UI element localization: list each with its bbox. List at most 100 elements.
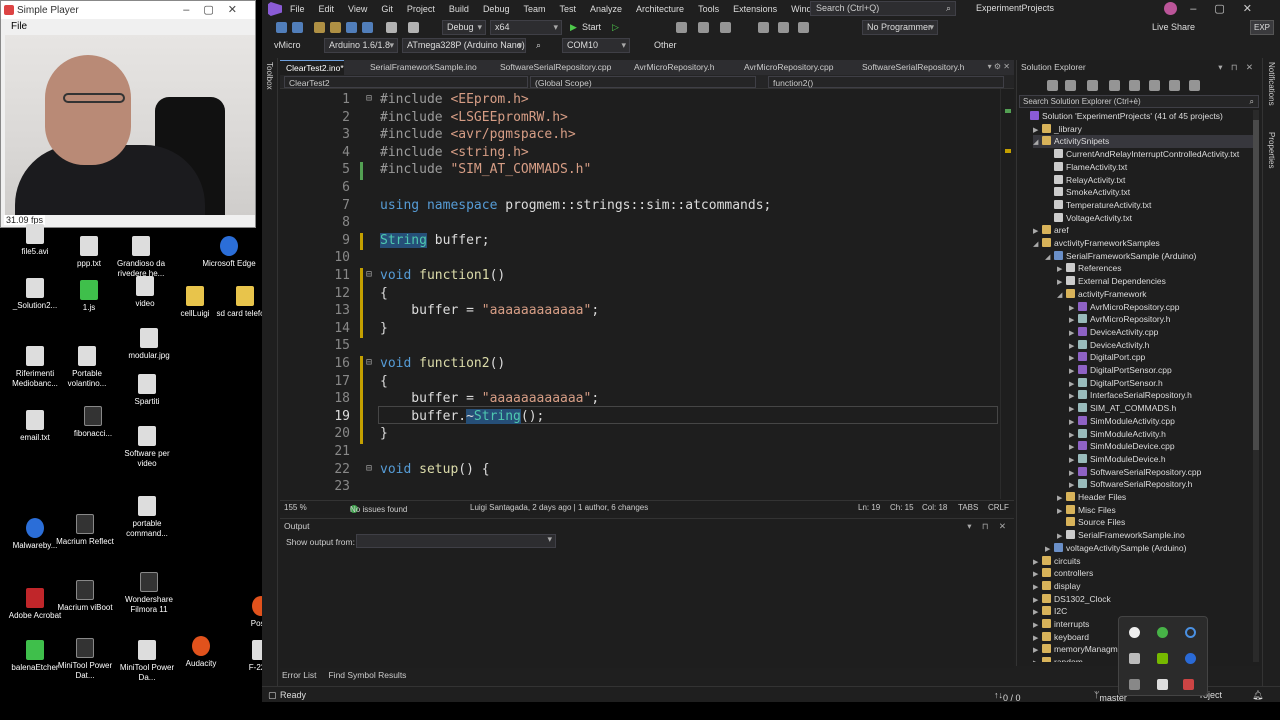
tray-app-icon-ring[interactable] — [1185, 627, 1196, 638]
onedrive-icon[interactable] — [1129, 627, 1140, 638]
code-line[interactable]: { — [380, 286, 388, 301]
toolbox-label[interactable]: Toolbox — [265, 62, 274, 90]
output-panel-controls[interactable]: ▾ ⊓ ✕ — [967, 519, 1010, 533]
solution-tree-item[interactable]: ▶ Misc Files — [1057, 504, 1253, 517]
solution-tree-item[interactable]: ▶ SimModuleActivity.cpp — [1069, 415, 1253, 428]
properties-icon[interactable] — [1169, 80, 1180, 91]
refresh-icon[interactable] — [1109, 80, 1120, 91]
editor-tab[interactable]: AvrMicroRepository.h — [628, 60, 714, 75]
git-branch[interactable]: ᛘ master — [1094, 690, 1127, 703]
solution-tree-item[interactable]: VoltageActivity.txt — [1045, 212, 1253, 225]
solution-tree-item[interactable]: ▶ External Dependencies — [1057, 275, 1253, 288]
toolbar-tool-icon[interactable] — [676, 22, 687, 33]
player-window-controls[interactable]: –▢✕ — [183, 3, 251, 16]
nvidia-icon[interactable] — [1157, 653, 1168, 664]
solution-tree-item[interactable]: ◢ SerialFrameworkSample (Arduino) — [1045, 250, 1253, 263]
configuration-dropdown[interactable]: Debug — [442, 20, 486, 35]
code-line[interactable]: void setup() { — [380, 462, 490, 477]
desktop-icon[interactable]: Grandioso da rivedere he... — [110, 236, 172, 279]
port-dropdown[interactable]: COM10 — [562, 38, 630, 53]
desktop-icon[interactable]: file5.avi — [4, 224, 66, 257]
nav-file-dropdown[interactable]: ClearTest2 — [284, 76, 528, 88]
collapse-all-icon[interactable] — [1129, 80, 1140, 91]
solution-search-box[interactable]: Search Solution Explorer (Ctrl+è) ⌕ — [1019, 95, 1259, 108]
nav-scope-dropdown[interactable]: (Global Scope) — [530, 76, 756, 88]
code-editor[interactable]: SoftwareSerialRepository.h AvrMicroReposi… — [280, 60, 1014, 514]
search-box[interactable]: Search (Ctrl+Q) ⌕ — [810, 1, 956, 16]
solution-tree-item[interactable]: ▶ SIM_AT_COMMADS.h — [1069, 402, 1253, 415]
editor-scrollbar[interactable] — [1000, 89, 1014, 499]
editor-tab[interactable]: ClearTest2.ino* — [280, 60, 344, 75]
menu-test[interactable]: Test — [559, 4, 576, 14]
git-blame-info[interactable]: Luigi Santagada, 2 days ago | 1 author, … — [470, 503, 648, 512]
platform-dropdown[interactable]: x64 — [490, 20, 562, 35]
code-line[interactable]: } — [380, 321, 388, 336]
solution-tree-item[interactable]: ▶ DigitalPortSensor.cpp — [1069, 364, 1253, 377]
code-line[interactable]: buffer = "aaaaaaaaaaaa"; — [380, 303, 599, 318]
player-menu-file[interactable]: File — [1, 19, 255, 35]
other-menu[interactable]: Other — [654, 40, 677, 50]
solution-tree-item[interactable]: RelayActivity.txt — [1045, 174, 1253, 187]
solution-tree-item[interactable]: Source Files — [1057, 516, 1253, 529]
solution-tree-item[interactable]: ▶ SoftwareSerialRepository.h — [1069, 478, 1253, 491]
code-line[interactable]: buffer.~String(); — [380, 408, 544, 424]
menu-team[interactable]: Team — [523, 4, 545, 14]
line-endings[interactable]: CRLF — [988, 503, 1009, 512]
code-area[interactable]: 1 #include <EEprom.h> 2 #include <LSGEEprom… — [280, 89, 1014, 499]
expand-chevron-icon[interactable]: ◢ — [1033, 239, 1042, 252]
solution-tree-item[interactable]: ▶ _library — [1033, 123, 1253, 136]
notifications-bell-icon[interactable]: 🔔︎ — [1252, 690, 1263, 701]
exp-badge[interactable]: EXP — [1250, 20, 1274, 35]
solution-tree-item[interactable]: ▶ References — [1057, 262, 1253, 275]
desktop-icon[interactable]: Software per video — [116, 426, 178, 469]
bluetooth-icon[interactable] — [1185, 653, 1196, 664]
board-dropdown[interactable]: ATmega328P (Arduino Nano) — [402, 38, 526, 53]
desktop-icon[interactable]: Audacity — [170, 636, 232, 669]
desktop-icon[interactable]: portable command... — [116, 496, 178, 539]
solution-tree-item[interactable]: TemperatureActivity.txt — [1045, 199, 1253, 212]
solution-tree-item[interactable]: ▶ voltageActivitySample (Arduino) — [1045, 542, 1253, 555]
live-share-button[interactable]: Live Share — [1152, 22, 1195, 32]
new-item-icon[interactable] — [314, 22, 325, 33]
right-strip-tab[interactable]: Notifications — [1267, 62, 1276, 106]
solution-scrollbar-thumb[interactable] — [1253, 120, 1259, 450]
switch-views-icon[interactable] — [1065, 80, 1076, 91]
desktop-icon[interactable]: fibonacci... — [62, 406, 124, 439]
editor-tab[interactable]: SerialFrameworkSample.ino — [364, 60, 477, 75]
programmer-dropdown[interactable]: No Programmer — [862, 20, 938, 35]
solution-tree-item[interactable]: ◢ activityFramework — [1057, 288, 1253, 301]
desktop-icon[interactable]: Portable volantino... — [56, 346, 118, 389]
home-icon[interactable] — [1047, 80, 1058, 91]
solution-tree-item[interactable]: ▶ controllers — [1033, 567, 1253, 580]
fold-toggle-icon[interactable]: ⊟ — [366, 463, 372, 474]
menu-view[interactable]: View — [348, 4, 367, 14]
solution-tree-item[interactable]: ▶ DeviceActivity.cpp — [1069, 326, 1253, 339]
solution-tree-item[interactable]: ▶ AvrMicroRepository.h — [1069, 313, 1253, 326]
toolbox-strip[interactable]: Toolbox — [262, 58, 278, 686]
code-line[interactable]: #include <avr/pgmspace.h> — [380, 127, 576, 142]
microphone-icon[interactable] — [1157, 679, 1168, 690]
solution-tree-item[interactable]: ▶ aref — [1033, 224, 1253, 237]
code-line[interactable]: String buffer; — [380, 232, 490, 248]
code-line[interactable]: #include <EEprom.h> — [380, 92, 529, 107]
forward-icon[interactable] — [292, 22, 303, 33]
solution-tree-item[interactable]: ▶ AvrMicroRepository.cpp — [1069, 301, 1253, 314]
code-line[interactable]: { — [380, 374, 388, 389]
code-line[interactable]: using namespace progmem::strings::sim::a… — [380, 198, 771, 213]
code-line[interactable]: void function2() — [380, 356, 505, 371]
desktop-icon[interactable]: MiniTool Power Da... — [116, 640, 178, 683]
expand-chevron-icon[interactable]: ▶ — [1033, 658, 1042, 662]
solution-tree-item[interactable]: CurrentAndRelayInterruptControlledActivi… — [1045, 148, 1253, 161]
solution-tree-item[interactable]: ▶ display — [1033, 580, 1253, 593]
solution-tree-item[interactable]: ▶ SimModuleDevice.cpp — [1069, 440, 1253, 453]
desktop-icon[interactable]: Spartiti — [116, 374, 178, 407]
tray-app-icon-doc[interactable] — [1129, 653, 1140, 664]
menu-file[interactable]: File — [290, 4, 305, 14]
solution-tree-item[interactable]: Solution 'ExperimentProjects' (41 of 45 … — [1021, 110, 1253, 123]
desktop-icon[interactable]: MiniTool Power Dat... — [54, 638, 116, 681]
desktop-icon[interactable]: _Solution2... — [4, 278, 66, 311]
solution-tree-item[interactable]: ▶ SimModuleActivity.h — [1069, 428, 1253, 441]
solution-tree-item[interactable]: ▶ DeviceActivity.h — [1069, 339, 1253, 352]
vs-window-controls[interactable]: –▢✕ — [1190, 2, 1270, 15]
solution-tree-item[interactable]: FlameActivity.txt — [1045, 161, 1253, 174]
